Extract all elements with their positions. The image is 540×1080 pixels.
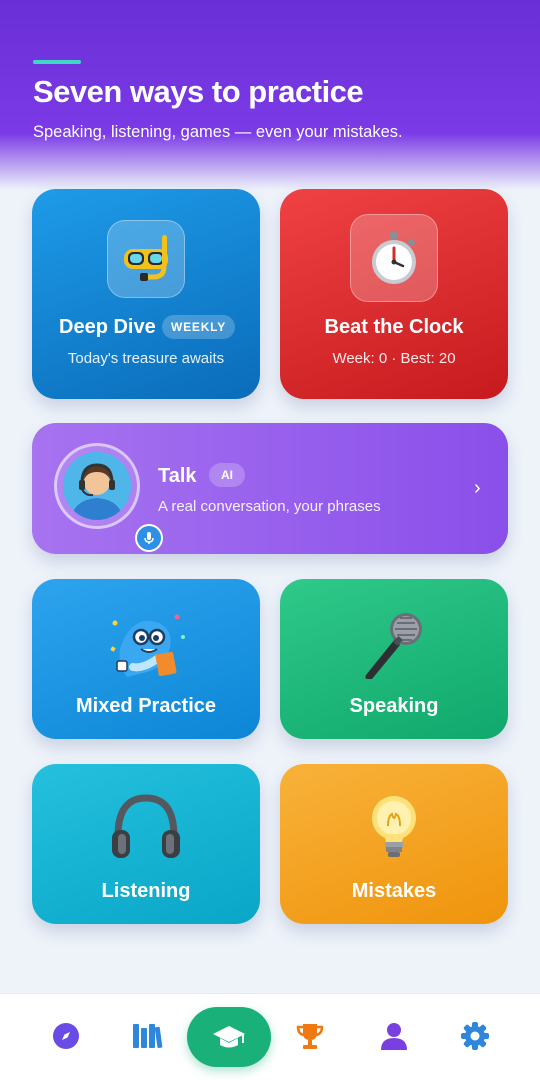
bottom-nav [0, 993, 540, 1080]
page-title: Seven ways to practice [33, 74, 364, 109]
microphone-badge-icon [135, 524, 163, 552]
mixed-practice-card[interactable]: Mixed Practice [32, 579, 260, 739]
gear-icon[interactable] [455, 1016, 495, 1056]
mixed-practice-title: Mixed Practice [75, 695, 217, 717]
speaking-title: Speaking [349, 695, 439, 717]
talk-ai-card[interactable]: Talk AI A real conversation, your phrase… [32, 423, 508, 554]
talk-title: Talk [158, 465, 197, 487]
compass-icon[interactable] [46, 1016, 86, 1056]
deep-dive-subtitle: Today's treasure awaits [67, 350, 225, 367]
stopwatch-icon [350, 214, 438, 302]
talk-subtitle: A real conversation, your phrases [158, 498, 381, 515]
dolphin-mascot-icon [32, 607, 260, 685]
ai-badge: AI [209, 463, 245, 487]
mistakes-card[interactable]: Mistakes [280, 764, 508, 924]
beat-the-clock-title: Beat the Clock [324, 316, 464, 338]
library-icon[interactable] [127, 1016, 167, 1056]
header-accent-bar [33, 60, 81, 64]
chevron-right-icon: › [474, 477, 481, 499]
talk-avatar-ring [54, 443, 163, 552]
graduation-cap-icon[interactable] [187, 1007, 271, 1067]
beat-the-clock-stats: Week: 0 · Best: 20 [332, 350, 456, 367]
light-bulb-icon [280, 792, 508, 864]
weekly-badge: WEEKLY [162, 315, 235, 339]
support-agent-avatar [63, 452, 131, 520]
microphone-icon [280, 607, 508, 683]
snorkel-mask-icon [107, 220, 185, 298]
deep-dive-card[interactable]: Deep Dive WEEKLY Today's treasure awaits [32, 189, 260, 399]
header: Seven ways to practice Speaking, listeni… [0, 0, 540, 190]
headphones-icon [32, 792, 260, 862]
listening-title: Listening [101, 880, 191, 902]
trophy-icon[interactable] [290, 1016, 330, 1056]
page-subtitle: Speaking, listening, games — even your m… [33, 123, 403, 141]
beat-the-clock-card[interactable]: Beat the Clock Week: 0 · Best: 20 [280, 189, 508, 399]
speaking-card[interactable]: Speaking [280, 579, 508, 739]
deep-dive-title: Deep Dive [59, 316, 156, 338]
listening-card[interactable]: Listening [32, 764, 260, 924]
profile-icon[interactable] [374, 1016, 414, 1056]
mistakes-title: Mistakes [351, 880, 437, 902]
